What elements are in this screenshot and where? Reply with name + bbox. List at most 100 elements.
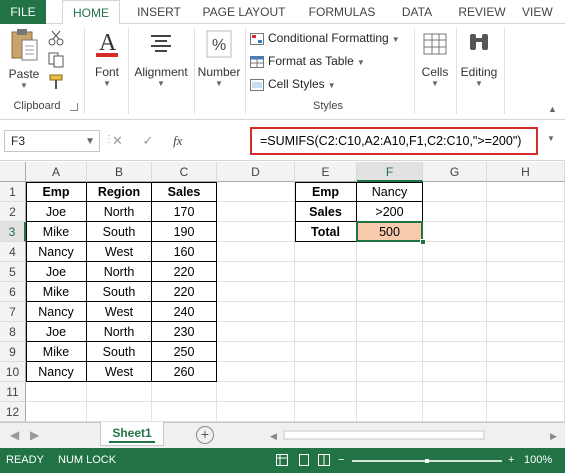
enter-icon[interactable]: ✓ [143, 133, 154, 148]
column-header-h[interactable]: H [487, 162, 565, 182]
fill-handle[interactable] [420, 239, 426, 245]
table-cell[interactable]: 160 [152, 242, 217, 262]
table-cell[interactable]: Mike [26, 222, 87, 242]
row-header-7[interactable]: 7 [0, 302, 26, 322]
collapse-ribbon-icon[interactable]: ▲ [548, 104, 557, 114]
number-button[interactable]: % Number ▼ [196, 28, 242, 88]
table-cell[interactable]: West [87, 302, 152, 322]
column-header-f[interactable]: F [357, 162, 423, 182]
worksheet-grid[interactable]: A B C D E F G H 1 2 3 4 5 6 7 8 9 10 11 12 Emp Region Sales Joe… [0, 162, 565, 422]
table-cell[interactable]: South [87, 222, 152, 242]
zoom-in-icon[interactable]: + [508, 448, 514, 473]
sheet-tab-sheet1[interactable]: Sheet1 [100, 422, 164, 446]
page-layout-view-icon[interactable] [298, 448, 310, 473]
alignment-button[interactable]: Alignment ▼ [130, 28, 192, 88]
table-cell[interactable]: Joe [26, 262, 87, 282]
column-header-c[interactable]: C [152, 162, 217, 182]
zoom-level[interactable]: 100% [524, 448, 552, 473]
row-header-12[interactable]: 12 [0, 402, 26, 422]
table-cell[interactable]: Joe [26, 202, 87, 222]
table-cell[interactable]: 260 [152, 362, 217, 382]
insert-function-button[interactable]: fx [173, 133, 182, 148]
table-cell[interactable]: North [87, 262, 152, 282]
table-cell[interactable]: 170 [152, 202, 217, 222]
column-header-g[interactable]: G [423, 162, 487, 182]
formula-input[interactable]: =SUMIFS(C2:C10,A2:A10,F1,C2:C10,">=200") [250, 127, 538, 155]
table-cell[interactable]: West [87, 242, 152, 262]
paste-button[interactable]: Paste ▼ [6, 28, 42, 90]
criteria-label-cell[interactable]: Sales [295, 202, 357, 222]
tab-review[interactable]: REVIEW [450, 0, 514, 24]
column-header-d[interactable]: D [217, 162, 295, 182]
cell-styles-button[interactable]: Cell Styles ▼ [250, 74, 336, 94]
tab-insert[interactable]: INSERT [128, 0, 190, 24]
table-cell[interactable]: Joe [26, 322, 87, 342]
horizontal-scrollbar[interactable]: ◀ ▶ [270, 430, 560, 440]
row-header-5[interactable]: 5 [0, 262, 26, 282]
table-cell[interactable]: Mike [26, 342, 87, 362]
tab-view[interactable]: VIEW [522, 0, 565, 24]
format-painter-icon[interactable] [48, 74, 64, 93]
editing-button[interactable]: Editing ▼ [458, 28, 500, 88]
table-cell[interactable]: South [87, 282, 152, 302]
criteria-value-cell[interactable]: Nancy [357, 182, 423, 202]
table-header-cell[interactable]: Emp [26, 182, 87, 202]
zoom-slider[interactable] [352, 459, 502, 463]
next-sheet-icon[interactable]: ▶ [30, 428, 39, 442]
page-break-view-icon[interactable] [318, 448, 330, 473]
criteria-label-cell[interactable]: Total [295, 222, 357, 242]
tab-formulas[interactable]: FORMULAS [300, 0, 384, 24]
sheet-tabs-bar: ◀ ▶ Sheet1 + ◀ ▶ [0, 422, 565, 448]
cancel-icon[interactable]: ✕ [112, 133, 123, 148]
row-header-9[interactable]: 9 [0, 342, 26, 362]
expand-formula-icon[interactable]: ▼ [547, 134, 555, 143]
name-box[interactable]: F3 ▼ [4, 130, 100, 152]
normal-view-icon[interactable] [276, 448, 288, 473]
cut-icon[interactable] [48, 30, 64, 49]
table-cell[interactable]: South [87, 342, 152, 362]
zoom-out-icon[interactable]: − [338, 448, 344, 473]
table-header-cell[interactable]: Sales [152, 182, 217, 202]
row-header-6[interactable]: 6 [0, 282, 26, 302]
tab-file[interactable]: FILE [0, 0, 46, 24]
criteria-label-cell[interactable]: Emp [295, 182, 357, 202]
tab-home[interactable]: HOME [62, 0, 120, 25]
row-header-3[interactable]: 3 [0, 222, 26, 242]
column-header-a[interactable]: A [26, 162, 87, 182]
format-as-table-button[interactable]: Format as Table ▼ [250, 51, 365, 71]
add-sheet-button[interactable]: + [196, 426, 214, 444]
table-cell[interactable]: 230 [152, 322, 217, 342]
row-header-4[interactable]: 4 [0, 242, 26, 262]
copy-icon[interactable] [48, 52, 64, 71]
table-cell[interactable]: Nancy [26, 242, 87, 262]
column-header-e[interactable]: E [295, 162, 357, 182]
table-cell[interactable]: 250 [152, 342, 217, 362]
table-cell[interactable]: Nancy [26, 362, 87, 382]
table-cell[interactable]: West [87, 362, 152, 382]
table-cell[interactable]: 240 [152, 302, 217, 322]
criteria-value-cell[interactable]: >200 [357, 202, 423, 222]
select-all-corner[interactable] [0, 162, 26, 182]
row-header-11[interactable]: 11 [0, 382, 26, 402]
row-header-2[interactable]: 2 [0, 202, 26, 222]
table-cell[interactable]: Mike [26, 282, 87, 302]
table-cell[interactable]: 220 [152, 262, 217, 282]
table-cell[interactable]: Nancy [26, 302, 87, 322]
column-header-b[interactable]: B [87, 162, 152, 182]
chevron-down-icon[interactable]: ▼ [85, 132, 95, 152]
row-header-10[interactable]: 10 [0, 362, 26, 382]
cells-button[interactable]: Cells ▼ [416, 28, 454, 88]
tab-page-layout[interactable]: PAGE LAYOUT [196, 0, 292, 24]
table-cell[interactable]: 220 [152, 282, 217, 302]
table-header-cell[interactable]: Region [87, 182, 152, 202]
row-header-1[interactable]: 1 [0, 182, 26, 202]
table-cell[interactable]: North [87, 322, 152, 342]
font-button[interactable]: A Font ▼ [88, 28, 126, 88]
table-cell[interactable]: North [87, 202, 152, 222]
row-header-8[interactable]: 8 [0, 322, 26, 342]
tab-data[interactable]: DATA [392, 0, 442, 24]
clipboard-launcher-icon[interactable] [70, 103, 78, 111]
prev-sheet-icon[interactable]: ◀ [10, 428, 19, 442]
table-cell[interactable]: 190 [152, 222, 217, 242]
conditional-formatting-button[interactable]: Conditional Formatting ▼ [250, 28, 400, 48]
